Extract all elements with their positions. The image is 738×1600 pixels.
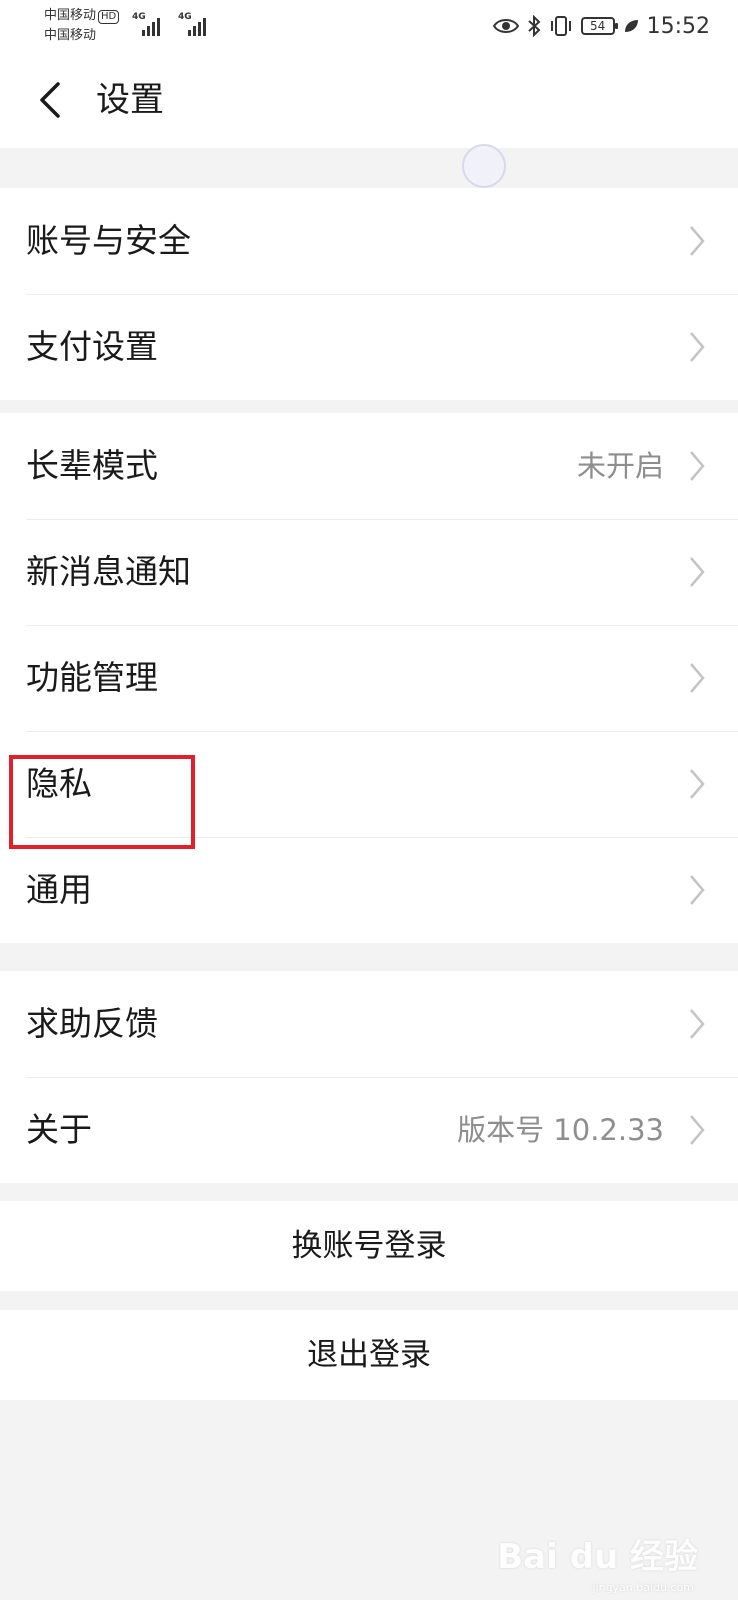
chevron-right-icon (690, 663, 705, 693)
settings-item-label: 账号与安全 (26, 221, 191, 260)
carrier-info: 中国移动 HD 中国移动 (44, 6, 120, 46)
settings-item-label: 新消息通知 (26, 552, 191, 591)
chevron-right-icon (690, 769, 705, 799)
settings-item-label: 求助反馈 (26, 1004, 158, 1043)
leaf-icon (624, 20, 638, 32)
eye-icon (492, 19, 519, 33)
chevron-right-icon (690, 875, 705, 905)
settings-group-support: 求助反馈 关于 版本号 10.2.33 (0, 971, 738, 1183)
settings-item-help-feedback[interactable]: 求助反馈 (0, 971, 738, 1077)
switch-account-button[interactable]: 换账号登录 (0, 1201, 738, 1291)
chevron-right-icon (690, 557, 705, 587)
chevron-right-icon (690, 1009, 705, 1039)
settings-item-elder-mode[interactable]: 长辈模式 未开启 (0, 413, 738, 519)
watermark-url: jingyan.baidu.com (592, 1581, 694, 1594)
bluetooth-icon (527, 15, 541, 37)
page-title: 设置 (96, 80, 164, 120)
settings-item-general[interactable]: 通用 (0, 837, 738, 943)
chevron-right-icon (690, 451, 705, 481)
carrier-1-label: 中国移动 (44, 8, 97, 23)
chevron-right-icon (690, 332, 705, 362)
settings-group-account: 账号与安全 支付设置 (0, 188, 738, 400)
settings-item-label: 长辈模式 (26, 446, 158, 485)
clock: 15:52 (646, 13, 710, 39)
logout-button[interactable]: 退出登录 (0, 1310, 738, 1400)
status-bar: 中国移动 HD 中国移动 4G 4G 54 15:52 (0, 0, 738, 52)
settings-item-label: 功能管理 (26, 658, 158, 697)
touch-indicator (462, 144, 506, 188)
carrier-2-label: 中国移动 (44, 28, 97, 43)
settings-item-account-security[interactable]: 账号与安全 (0, 188, 738, 294)
back-arrow-icon[interactable] (30, 78, 70, 122)
settings-group-general: 长辈模式 未开启 新消息通知 功能管理 隐私 通用 (0, 413, 738, 943)
battery-icon: 54 (580, 17, 618, 35)
chevron-right-icon (690, 1115, 705, 1145)
settings-item-label: 支付设置 (26, 327, 158, 366)
signal-2-icon: 4G (178, 12, 214, 36)
watermark-logo: Bai du 经验 (497, 1537, 698, 1577)
settings-item-value: 未开启 (576, 449, 664, 483)
status-right: 54 15:52 (492, 10, 710, 42)
settings-item-label: 关于 (26, 1110, 92, 1149)
settings-item-notifications[interactable]: 新消息通知 (0, 519, 738, 625)
signal-indicators: 4G 4G (132, 12, 214, 36)
settings-item-label: 通用 (26, 870, 92, 909)
chevron-right-icon (690, 226, 705, 256)
hd-badge: HD (98, 10, 120, 24)
settings-item-features[interactable]: 功能管理 (0, 625, 738, 731)
signal-1-icon: 4G (132, 12, 168, 36)
settings-item-about[interactable]: 关于 版本号 10.2.33 (0, 1077, 738, 1183)
settings-item-value: 版本号 10.2.33 (457, 1113, 664, 1147)
nav-bar: 设置 (0, 52, 738, 148)
settings-item-payment[interactable]: 支付设置 (0, 294, 738, 400)
vibrate-icon (550, 16, 571, 36)
privacy-highlight-box (9, 755, 195, 849)
